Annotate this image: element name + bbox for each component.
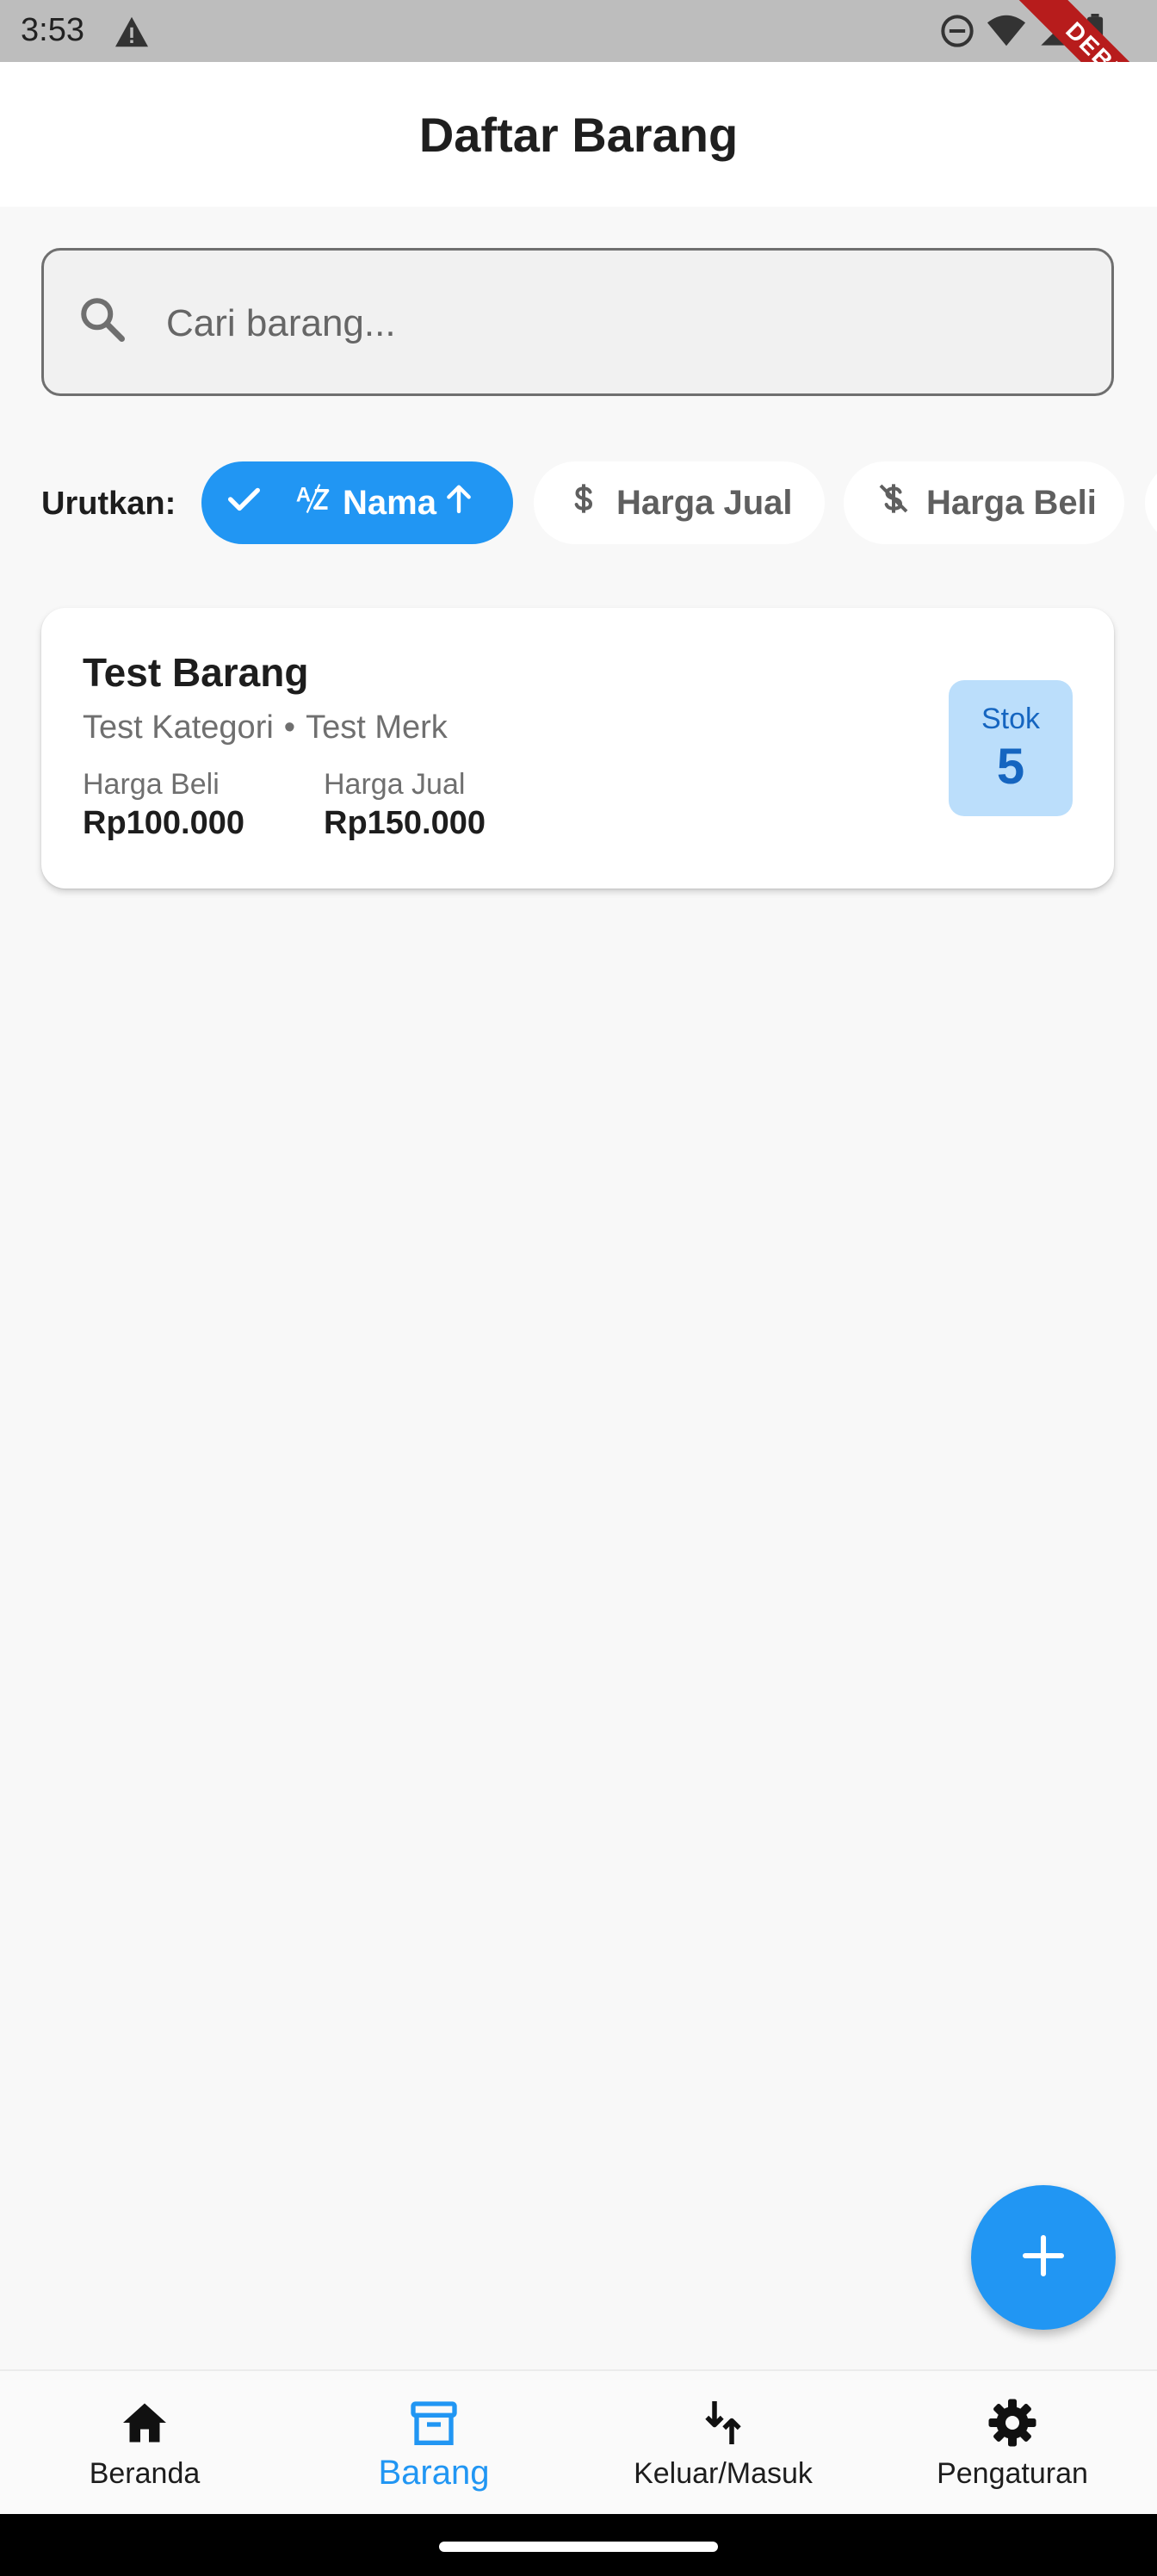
app-bar: Daftar Barang xyxy=(0,62,1157,207)
harga-jual-label: Harga Jual xyxy=(324,768,466,801)
sort-chip-overflow[interactable] xyxy=(1145,461,1157,544)
stock-badge: Stok 5 xyxy=(949,680,1073,816)
add-item-button[interactable] xyxy=(971,2185,1116,2330)
search-box[interactable] xyxy=(41,248,1114,396)
nav-item-keluar-masuk[interactable]: Keluar/Masuk xyxy=(578,2371,868,2516)
sort-chip-harga-jual[interactable]: Harga Jual xyxy=(534,461,825,544)
do-not-disturb-icon xyxy=(940,14,974,53)
money-off-icon xyxy=(876,480,911,526)
arrow-up-icon xyxy=(442,481,476,524)
nav-item-beranda[interactable]: Beranda xyxy=(0,2371,289,2516)
status-icons xyxy=(940,14,1105,53)
item-name: Test Barang xyxy=(83,650,309,695)
status-bar: 3:53 xyxy=(0,0,1157,62)
sort-by-alpha-icon: A xyxy=(294,480,332,526)
sort-row: Urutkan: A Nama Harga Jual Harga Beli xyxy=(0,461,1157,544)
item-card[interactable]: Test Barang Test Kategori • Test Merk Harg… xyxy=(41,608,1114,889)
harga-jual-block: Harga Jual Rp150.000 xyxy=(324,768,486,842)
dollar-icon xyxy=(566,480,601,526)
sort-chip-nama[interactable]: A Nama xyxy=(201,461,513,544)
stock-value: 5 xyxy=(996,739,1025,795)
check-icon xyxy=(224,479,263,527)
page-title: Daftar Barang xyxy=(418,108,739,162)
swap-vert-icon xyxy=(578,2397,868,2449)
sort-chip-nama-label: Nama xyxy=(343,483,436,522)
nav-label-beranda: Beranda xyxy=(89,2457,201,2490)
item-meta: Test Kategori • Test Merk xyxy=(83,709,448,746)
inventory-box-icon xyxy=(289,2397,578,2452)
bottom-nav: Beranda Barang Keluar/Masuk Pengaturan xyxy=(0,2369,1157,2516)
item-brand: Test Merk xyxy=(306,709,448,746)
nav-item-pengaturan[interactable]: Pengaturan xyxy=(868,2371,1157,2516)
nav-item-barang[interactable]: Barang xyxy=(289,2371,578,2516)
item-category: Test Kategori xyxy=(83,709,274,746)
battery-icon xyxy=(1085,14,1105,53)
harga-beli-label: Harga Beli xyxy=(83,768,220,801)
sort-chip-harga-beli-label: Harga Beli xyxy=(926,483,1097,522)
add-icon xyxy=(1019,2232,1067,2284)
status-time: 3:53 xyxy=(21,12,84,48)
harga-jual-value: Rp150.000 xyxy=(324,805,486,841)
item-meta-separator: • xyxy=(283,709,296,746)
gesture-handle[interactable] xyxy=(439,2542,718,2552)
nav-label-keluar-masuk: Keluar/Masuk xyxy=(634,2457,813,2490)
svg-text:A: A xyxy=(296,484,311,507)
sort-label: Urutkan: xyxy=(41,486,176,522)
sort-chip-harga-beli[interactable]: Harga Beli xyxy=(844,461,1124,544)
settings-icon xyxy=(868,2397,1157,2449)
home-icon xyxy=(0,2397,289,2449)
harga-beli-block: Harga Beli Rp100.000 xyxy=(83,768,244,842)
nav-label-barang: Barang xyxy=(378,2454,490,2492)
nav-label-pengaturan: Pengaturan xyxy=(937,2457,1088,2490)
stock-label: Stok xyxy=(981,703,1041,735)
search-input[interactable] xyxy=(164,285,1072,362)
signal-icon xyxy=(1038,14,1073,53)
sort-chip-harga-jual-label: Harga Jual xyxy=(616,483,793,522)
wifi-icon xyxy=(987,14,1026,53)
search-icon xyxy=(77,294,128,350)
gesture-bar xyxy=(0,2514,1157,2576)
harga-beli-value: Rp100.000 xyxy=(83,805,245,841)
warning-icon xyxy=(114,15,150,53)
